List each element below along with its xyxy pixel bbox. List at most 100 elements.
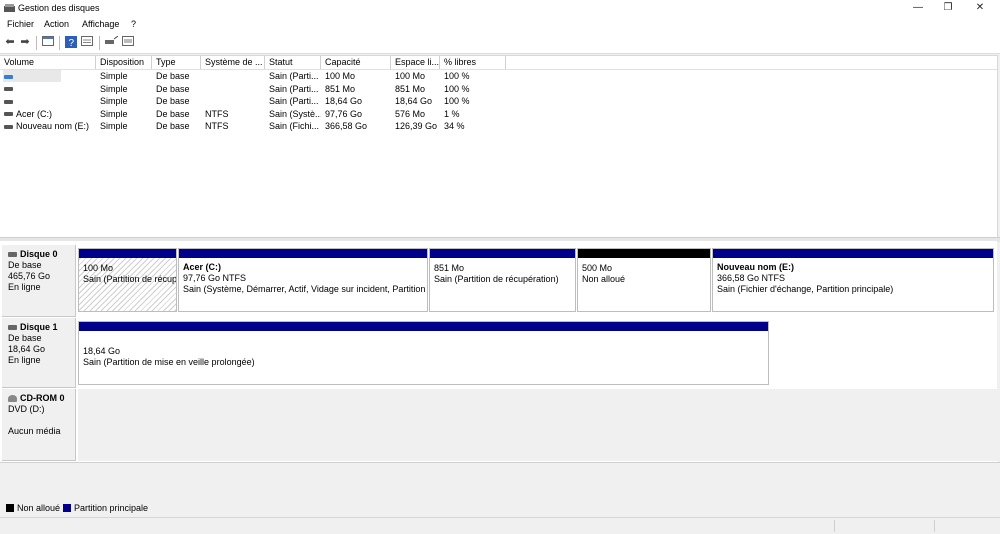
minimize-button[interactable]: — <box>903 0 933 17</box>
partition-band <box>79 322 768 331</box>
cell-capacity: 366,58 Go <box>325 121 368 131</box>
cell-percent-free: 100 % <box>444 96 470 106</box>
partition-size: 18,64 Go <box>83 346 121 356</box>
cell-free-space: 100 Mo <box>395 71 426 81</box>
volume-icon <box>4 74 13 79</box>
table-row[interactable]: Simple De base Sain (Parti... 18,64 Go 1… <box>0 95 997 108</box>
cell-file-system <box>201 83 265 95</box>
rescan-icon[interactable] <box>104 35 118 49</box>
legend-label: Partition principale <box>74 503 149 513</box>
forward-icon[interactable]: ➡ <box>18 36 32 49</box>
cell-disposition: Simple <box>100 83 128 94</box>
restore-button[interactable]: ❐ <box>933 0 963 17</box>
disk-icon <box>8 325 17 331</box>
settings-icon[interactable] <box>121 36 135 49</box>
column-disposition[interactable]: Disposition <box>96 56 152 69</box>
disk-view: Disque 0 De base 465,76 Go En ligne 100 … <box>0 241 997 462</box>
cell-percent-free: 1 % <box>444 108 460 119</box>
cell-type: De base <box>156 71 190 81</box>
cell-free-space: 576 Mo <box>395 108 426 119</box>
title-bar: Gestion des disques — ❐ ✕ <box>0 0 1000 17</box>
cell-volume: Acer (C:) <box>16 108 52 119</box>
cell-file-system <box>201 95 265 107</box>
disk-state: En ligne <box>8 282 41 292</box>
partition-status: Sain (Système, Démarrer, Actif, Vidage s… <box>183 284 427 294</box>
disk-type: DVD (D:) <box>8 404 45 414</box>
disk-type: De base <box>8 333 42 343</box>
cell-disposition: Simple <box>100 108 128 119</box>
disk-name: Disque 1 <box>20 322 58 332</box>
console-tree-icon[interactable] <box>41 36 55 49</box>
disk-management-icon <box>4 4 15 12</box>
cell-status: Sain (Systè... <box>269 108 321 119</box>
volume-icon <box>4 99 13 104</box>
partition-name: Acer (C:) <box>183 262 222 272</box>
window-title: Gestion des disques <box>18 3 100 13</box>
column-volume[interactable]: Volume <box>0 56 96 69</box>
cell-type: De base <box>156 121 190 131</box>
column-capacity[interactable]: Capacité <box>321 56 391 69</box>
properties-icon[interactable] <box>80 36 94 49</box>
menu-bar: Fichier Action Affichage ? <box>0 17 1000 33</box>
cell-type: De base <box>156 83 190 94</box>
disk-1-label[interactable]: Disque 1 De base 18,64 Go En ligne <box>2 318 76 388</box>
partition-band <box>179 249 427 258</box>
disk-name: Disque 0 <box>20 249 58 259</box>
disk-size: 465,76 Go <box>8 271 51 281</box>
column-file-system[interactable]: Système de ... <box>201 56 265 69</box>
menu-help[interactable]: ? <box>131 19 136 29</box>
column-type[interactable]: Type <box>152 56 201 69</box>
table-row[interactable]: Simple De base Sain (Parti... 100 Mo 100… <box>0 70 997 83</box>
partition-recovery-100mo[interactable]: 100 Mo Sain (Partition de récup <box>78 248 177 312</box>
cell-percent-free: 34 % <box>444 121 465 131</box>
table-row[interactable]: Nouveau nom (E:) Simple De base NTFS Sai… <box>0 120 997 133</box>
partition-nouveau-nom-e[interactable]: Nouveau nom (E:) 366,58 Go NTFS Sain (Fi… <box>712 248 994 312</box>
partition-unallocated[interactable]: 500 Mo Non alloué <box>577 248 711 312</box>
cell-status: Sain (Parti... <box>269 83 319 94</box>
table-row[interactable]: Acer (C:) Simple De base NTFS Sain (Syst… <box>0 108 997 121</box>
cell-volume: Nouveau nom (E:) <box>16 121 90 131</box>
cdrom-0-label[interactable]: CD-ROM 0 DVD (D:) Aucun média <box>2 389 76 461</box>
back-icon[interactable]: ⬅ <box>3 36 17 49</box>
cd-drive-icon <box>8 395 17 403</box>
close-button[interactable]: ✕ <box>965 0 995 17</box>
cell-status: Sain (Parti... <box>269 96 319 106</box>
volume-rows: Simple De base Sain (Parti... 100 Mo 100… <box>0 70 997 140</box>
column-free-space[interactable]: Espace li... <box>391 56 440 69</box>
legend-swatch-unallocated <box>6 504 14 512</box>
cell-free-space: 18,64 Go <box>395 96 433 106</box>
disk-state: Aucun média <box>8 426 61 436</box>
partition-band <box>713 249 993 258</box>
svg-text:?: ? <box>69 38 75 48</box>
cell-percent-free: 100 % <box>444 71 470 81</box>
partition-size: 366,58 Go NTFS <box>717 273 786 283</box>
volume-icon <box>4 124 13 129</box>
cell-free-space: 126,39 Go <box>395 121 438 131</box>
cell-file-system: NTFS <box>205 108 229 119</box>
cell-capacity: 18,64 Go <box>325 96 363 106</box>
help-icon[interactable]: ? <box>64 36 78 49</box>
cell-percent-free: 100 % <box>444 83 470 94</box>
partition-band <box>578 249 710 258</box>
menu-fichier[interactable]: Fichier <box>7 19 34 29</box>
menu-affichage[interactable]: Affichage <box>82 19 119 29</box>
cdrom-empty-area <box>78 389 997 461</box>
partition-status: Non alloué <box>582 274 626 284</box>
partition-status: Sain (Partition de récupération) <box>434 274 559 284</box>
partition-status: Sain (Partition de mise en veille prolon… <box>83 357 255 367</box>
legend-swatch-primary <box>63 504 71 512</box>
volume-list[interactable]: Volume Disposition Type Système de ... S… <box>0 55 998 239</box>
table-row[interactable]: Simple De base Sain (Parti... 851 Mo 851… <box>0 83 997 96</box>
partition-size: 100 Mo <box>83 263 114 273</box>
toolbar-separator <box>59 36 60 50</box>
column-status[interactable]: Statut <box>265 56 321 69</box>
column-percent-free[interactable]: % libres <box>440 56 506 69</box>
cell-capacity: 100 Mo <box>325 71 356 81</box>
cell-capacity: 851 Mo <box>325 83 356 94</box>
partition-hibernation[interactable]: 18,64 Go Sain (Partition de mise en veil… <box>78 321 769 385</box>
cell-status: Sain (Fichi... <box>269 121 320 131</box>
partition-acer-c[interactable]: Acer (C:) 97,76 Go NTFS Sain (Système, D… <box>178 248 428 312</box>
menu-action[interactable]: Action <box>44 19 69 29</box>
disk-0-label[interactable]: Disque 0 De base 465,76 Go En ligne <box>2 245 76 317</box>
partition-recovery-851mo[interactable]: 851 Mo Sain (Partition de récupération) <box>429 248 576 312</box>
